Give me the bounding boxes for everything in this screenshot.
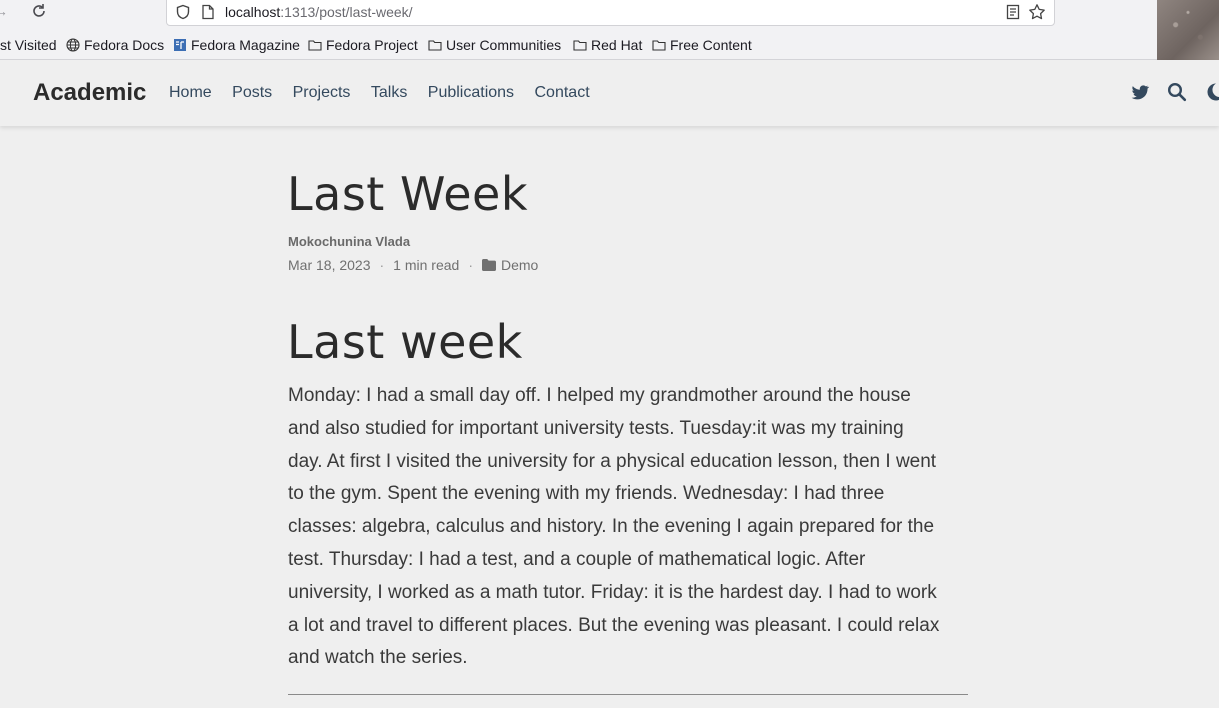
section-heading: Last week	[287, 315, 523, 369]
bookmark-label: Fedora Docs	[84, 37, 165, 53]
folder-icon	[308, 40, 322, 51]
article-body: Monday: I had a small day off. I helped …	[288, 380, 972, 675]
globe-icon	[66, 38, 80, 52]
body-line: Monday: I had a small day off. I helped …	[288, 385, 911, 406]
article-divider	[288, 694, 968, 695]
address-bar[interactable]: localhost:1313/post/last-week/	[166, 0, 1055, 26]
fedora-magazine-icon	[174, 39, 186, 51]
url-host: localhost	[225, 4, 281, 20]
url-text[interactable]: localhost:1313/post/last-week/	[225, 4, 413, 20]
folder-icon	[428, 40, 442, 51]
meta-separator: ·	[379, 257, 385, 273]
profile-thumbnail	[1157, 0, 1219, 62]
article-read-time: 1 min read	[393, 257, 460, 273]
body-line: test. Thursday: I had a test, and a coup…	[288, 548, 866, 570]
bookmark-label: Free Content	[670, 37, 752, 53]
reader-view-icon[interactable]	[1006, 4, 1020, 20]
bookmark-fedora-magazine[interactable]: Fedora Magazine	[173, 34, 300, 56]
bookmark-label: User Communities	[446, 37, 562, 53]
bookmark-label: Fedora Project	[326, 37, 418, 53]
folder-icon	[652, 40, 666, 51]
bookmark-fedora-project[interactable]: Fedora Project	[308, 34, 418, 56]
nav-home[interactable]: Home	[169, 82, 212, 104]
reload-icon[interactable]	[30, 1, 48, 21]
folder-icon	[482, 259, 496, 271]
nav-publications[interactable]: Publications	[428, 82, 514, 104]
body-line: to the gym. Spent the evening with my fr…	[288, 483, 885, 505]
body-line: and watch the series.	[288, 647, 468, 669]
bookmark-user-communities[interactable]: User Communities	[428, 34, 561, 56]
nav-talks[interactable]: Talks	[371, 82, 407, 104]
back-arrow-icon[interactable]: →	[0, 1, 8, 21]
moon-icon[interactable]	[1205, 82, 1219, 102]
nav-posts[interactable]: Posts	[232, 82, 272, 104]
twitter-icon[interactable]	[1130, 82, 1150, 102]
bookmark-free-content[interactable]: Free Content	[652, 34, 752, 56]
body-line: university, I worked as a math tutor. Fr…	[288, 581, 937, 603]
folder-icon	[573, 40, 587, 51]
nav-links: Home Posts Projects Talks Publications C…	[169, 82, 606, 104]
article-title: Last Week	[287, 167, 528, 221]
browser-toolbar: → localhost:1313/post/last-week/ st Visi…	[0, 0, 1219, 62]
nav-projects[interactable]: Projects	[293, 82, 351, 104]
body-line: classes: algebra, calculus and history. …	[288, 516, 935, 538]
site-navbar: Academic Home Posts Projects Talks Publi…	[0, 60, 1219, 126]
meta-separator: ·	[468, 257, 473, 273]
search-icon[interactable]	[1167, 82, 1187, 102]
body-line: day. At first I visited the university f…	[288, 450, 937, 472]
bookmark-red-hat[interactable]: Red Hat	[573, 34, 642, 56]
article-author[interactable]: Mokochunina Vlada	[288, 234, 410, 250]
bookmark-label: st Visited	[0, 37, 57, 53]
bookmark-star-icon[interactable]	[1028, 3, 1046, 21]
page-icon	[201, 4, 215, 20]
article-category-link[interactable]: Demo	[482, 257, 538, 273]
url-path: :1313/post/last-week/	[280, 4, 413, 20]
bookmark-most-visited[interactable]: st Visited	[0, 34, 57, 56]
bookmark-fedora-docs[interactable]: Fedora Docs	[66, 34, 164, 56]
body-line: and also studied for important universit…	[288, 417, 904, 439]
article-date: Mar 18, 2023	[288, 257, 371, 273]
site-brand[interactable]: Academic	[33, 79, 146, 107]
article-category: Demo	[501, 257, 539, 273]
body-line: a lot and travel to different places. Bu…	[288, 614, 940, 636]
article-meta: Mar 18, 2023 · 1 min read · Demo	[288, 256, 538, 274]
bookmark-label: Fedora Magazine	[191, 37, 300, 53]
nav-contact[interactable]: Contact	[535, 82, 590, 104]
bookmark-label: Red Hat	[591, 37, 643, 53]
shield-icon[interactable]	[175, 4, 191, 20]
